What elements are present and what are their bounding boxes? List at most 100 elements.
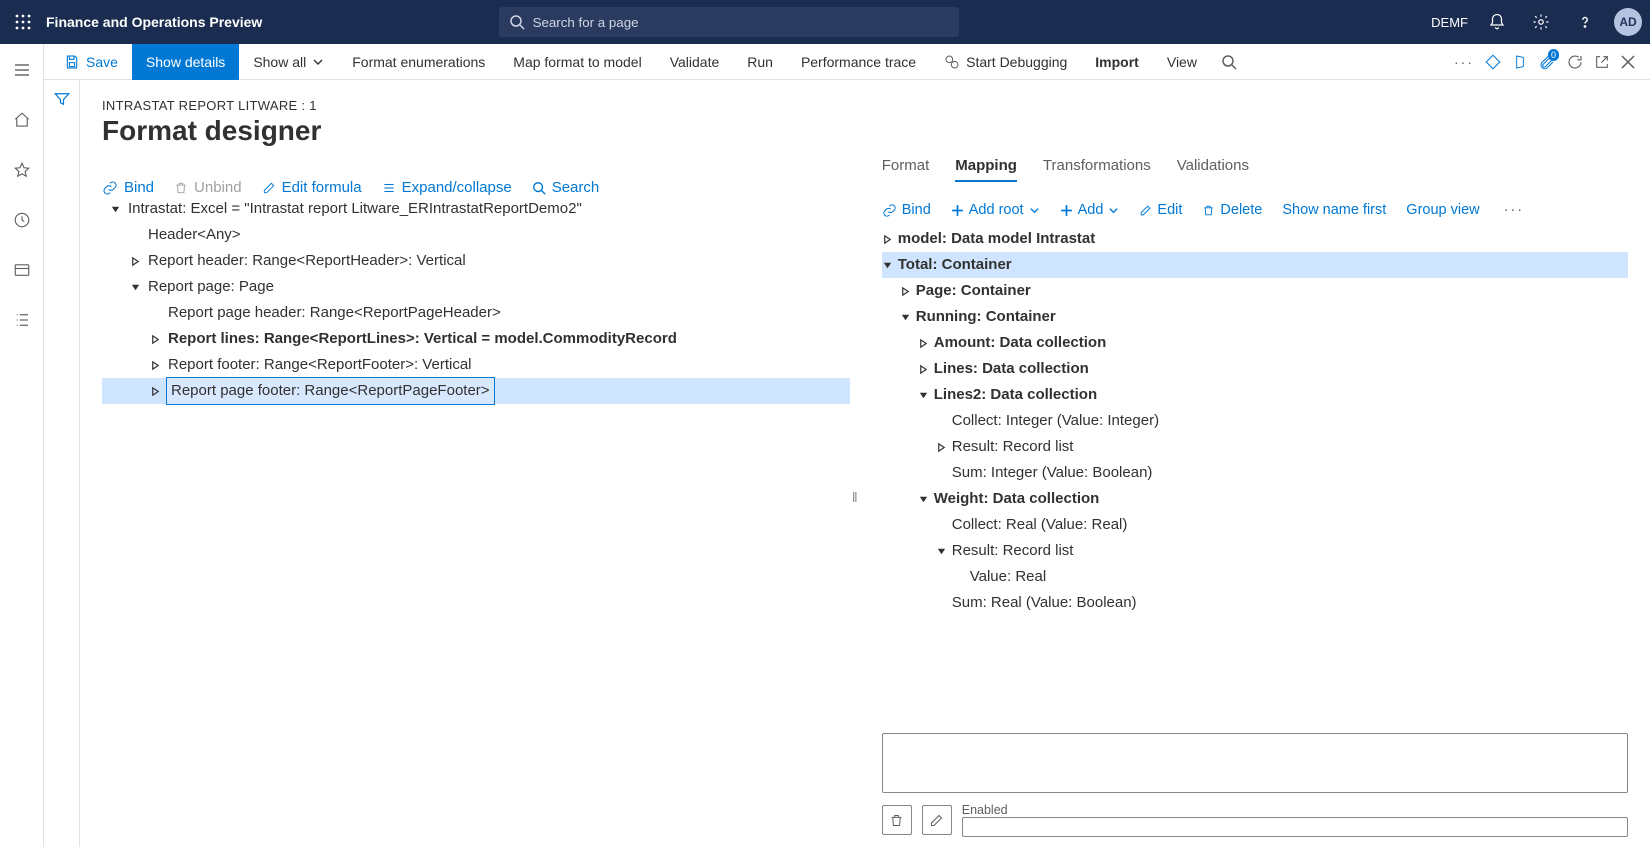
tree-caret-icon[interactable] (918, 494, 934, 505)
tab-transformations[interactable]: Transformations (1043, 157, 1151, 182)
group-view-button[interactable]: Group view (1406, 202, 1479, 218)
format-tree-row[interactable]: Header<Any> (102, 222, 850, 248)
performance-trace-button[interactable]: Performance trace (787, 44, 930, 80)
delete-button[interactable]: Delete (1202, 202, 1262, 218)
filter-icon[interactable] (53, 90, 71, 847)
recent-icon[interactable] (6, 204, 38, 236)
mapping-tree-row[interactable]: Total: Container (882, 252, 1628, 278)
company-name[interactable]: DEMF (1431, 15, 1468, 30)
mapping-more-icon[interactable]: ··· (1500, 202, 1529, 218)
add-root-button[interactable]: Add root (951, 202, 1040, 218)
format-tree-row[interactable]: Report page header: Range<ReportPageHead… (102, 300, 850, 326)
close-icon[interactable] (1620, 54, 1636, 70)
run-button[interactable]: Run (733, 44, 787, 80)
app-title: Finance and Operations Preview (46, 14, 262, 30)
find-button[interactable] (1211, 44, 1247, 80)
splitter[interactable]: ‖ (850, 157, 860, 837)
import-button[interactable]: Import (1081, 44, 1153, 80)
tab-validations[interactable]: Validations (1177, 157, 1249, 182)
map-format-to-model-button[interactable]: Map format to model (499, 44, 655, 80)
global-search-input[interactable] (499, 7, 959, 37)
mapping-tree-row[interactable]: Weight: Data collection (882, 486, 1628, 512)
enabled-input[interactable] (962, 817, 1628, 837)
edit-button[interactable]: Edit (1139, 202, 1182, 218)
bind-button[interactable]: Bind (102, 179, 154, 196)
show-all-button[interactable]: Show all (239, 44, 338, 80)
mapping-tree-row[interactable]: Result: Record list (882, 538, 1628, 564)
format-tree-row[interactable]: Report header: Range<ReportHeader>: Vert… (102, 248, 850, 274)
mapping-tree-row[interactable]: Value: Real (882, 564, 1628, 590)
add-button[interactable]: Add (1060, 202, 1120, 218)
help-icon[interactable] (1570, 7, 1600, 37)
unbind-button[interactable]: Unbind (174, 179, 242, 196)
format-tree-row[interactable]: Intrastat: Excel = "Intrastat report Lit… (102, 196, 850, 222)
tree-caret-icon[interactable] (882, 234, 898, 245)
tree-caret-icon[interactable] (882, 260, 898, 271)
office-icon[interactable] (1512, 53, 1528, 71)
diamond-icon[interactable] (1484, 53, 1502, 71)
edit-formula-button-small[interactable] (922, 805, 952, 835)
home-icon[interactable] (6, 104, 38, 136)
tree-caret-icon[interactable] (918, 390, 934, 401)
app-launcher-icon[interactable] (8, 7, 38, 37)
tree-caret-icon[interactable] (130, 282, 146, 293)
tab-mapping[interactable]: Mapping (955, 157, 1017, 182)
attachments-icon[interactable]: 0 (1538, 53, 1556, 71)
format-tree-row[interactable]: Report footer: Range<ReportFooter>: Vert… (102, 352, 850, 378)
clear-formula-button[interactable] (882, 805, 912, 835)
view-button[interactable]: View (1153, 44, 1211, 80)
tree-caret-icon[interactable] (130, 256, 146, 267)
start-debugging-button[interactable]: Start Debugging (930, 44, 1081, 80)
mapping-tree-row[interactable]: Lines: Data collection (882, 356, 1628, 382)
format-search-button[interactable]: Search (532, 179, 600, 196)
settings-icon[interactable] (1526, 7, 1556, 37)
modules-icon[interactable] (6, 304, 38, 336)
tab-format[interactable]: Format (882, 157, 930, 182)
mapping-tree-row[interactable]: Result: Record list (882, 434, 1628, 460)
more-icon[interactable]: ··· (1454, 54, 1474, 70)
mapping-tree-row[interactable]: Running: Container (882, 304, 1628, 330)
mapping-tree-row[interactable]: Amount: Data collection (882, 330, 1628, 356)
workspace-icon[interactable] (6, 254, 38, 286)
edit-formula-button[interactable]: Edit formula (262, 179, 362, 196)
mapping-tree[interactable]: model: Data model IntrastatTotal: Contai… (882, 226, 1628, 723)
tree-caret-icon[interactable] (900, 286, 916, 297)
mapping-tree-row[interactable]: Collect: Real (Value: Real) (882, 512, 1628, 538)
validate-button[interactable]: Validate (656, 44, 734, 80)
show-details-button[interactable]: Show details (132, 44, 239, 80)
tree-caret-icon[interactable] (150, 360, 166, 371)
show-name-first-button[interactable]: Show name first (1282, 202, 1386, 218)
format-tree-row[interactable]: Report lines: Range<ReportLines>: Vertic… (102, 326, 850, 352)
format-tree[interactable]: Intrastat: Excel = "Intrastat report Lit… (102, 196, 850, 404)
refresh-icon[interactable] (1566, 53, 1584, 71)
favorites-icon[interactable] (6, 154, 38, 186)
tree-caret-icon[interactable] (936, 442, 952, 453)
mapping-bind-button[interactable]: Bind (882, 202, 931, 218)
tree-caret-icon[interactable] (110, 204, 126, 215)
mapping-tree-row[interactable]: Page: Container (882, 278, 1628, 304)
mapping-toolbar: Bind Add root Add (882, 202, 1628, 218)
user-avatar[interactable]: AD (1614, 8, 1642, 36)
tree-caret-icon[interactable] (150, 334, 166, 345)
tree-caret-icon[interactable] (918, 364, 934, 375)
expression-textarea[interactable] (882, 733, 1628, 793)
tree-caret-icon[interactable] (918, 338, 934, 349)
mapping-tree-row[interactable]: model: Data model Intrastat (882, 226, 1628, 252)
tree-caret-icon[interactable] (900, 312, 916, 323)
format-tree-row[interactable]: Report page footer: Range<ReportPageFoot… (102, 378, 850, 404)
save-button[interactable]: Save (50, 44, 132, 80)
tree-caret-icon[interactable] (936, 546, 952, 557)
tree-caret-icon[interactable] (150, 386, 166, 397)
popout-icon[interactable] (1594, 54, 1610, 70)
mapping-tree-row[interactable]: Collect: Integer (Value: Integer) (882, 408, 1628, 434)
expand-collapse-button[interactable]: Expand/collapse (382, 179, 512, 196)
trash-icon (1202, 204, 1215, 217)
mapping-tree-row[interactable]: Sum: Real (Value: Boolean) (882, 590, 1628, 616)
hamburger-icon[interactable] (6, 54, 38, 86)
format-tree-row[interactable]: Report page: Page (102, 274, 850, 300)
plus-icon (951, 204, 964, 217)
mapping-tree-row[interactable]: Sum: Integer (Value: Boolean) (882, 460, 1628, 486)
mapping-tree-row[interactable]: Lines2: Data collection (882, 382, 1628, 408)
notifications-icon[interactable] (1482, 7, 1512, 37)
format-enumerations-button[interactable]: Format enumerations (338, 44, 499, 80)
